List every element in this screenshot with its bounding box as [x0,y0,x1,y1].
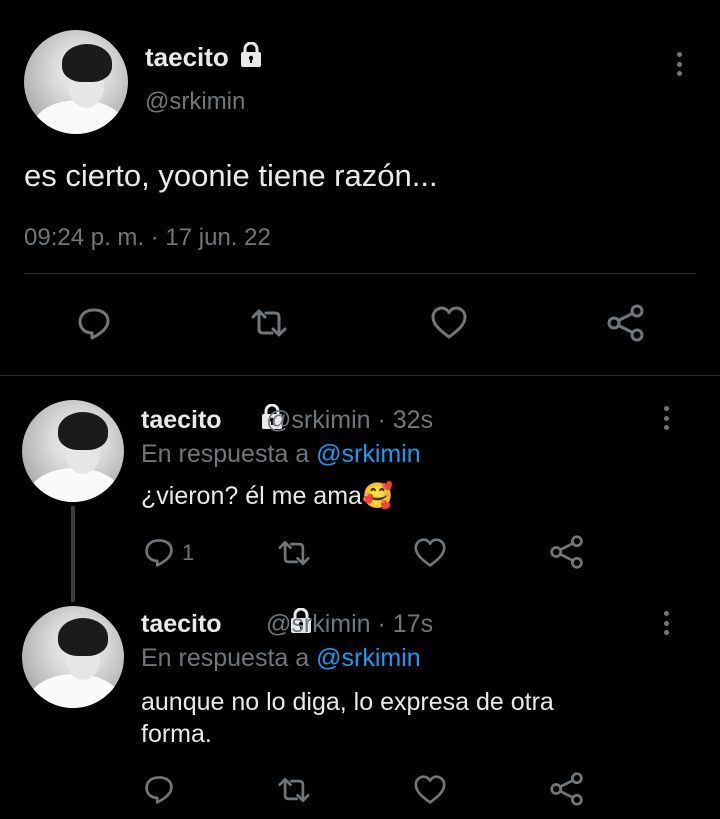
more-options-icon[interactable] [663,611,669,635]
tweet-text-line: aunque no lo diga, lo expresa de otra [141,688,554,716]
reply-count: 1 [182,540,195,565]
tweet-text: aunque no lo diga, lo expresa de otra fo… [141,686,554,750]
avatar[interactable] [24,30,128,134]
reply-context: En respuesta a @srkimin [141,644,421,673]
display-name[interactable]: taecito [141,406,222,435]
reply-context: En respuesta a @srkimin [141,440,421,469]
like-icon[interactable] [430,305,468,341]
lock-icon [239,41,263,68]
like-icon[interactable] [413,774,447,806]
thread-line [71,506,75,602]
like-icon[interactable] [413,537,447,569]
more-options-icon[interactable] [663,406,669,430]
tweet-timestamp[interactable]: 09:24 p. m. · 17 jun. 22 [24,224,271,252]
tweet-meta[interactable]: @srkimin · 32s [266,406,433,435]
reply-to-link[interactable]: @srkimin [316,440,421,468]
tweet-text-body: ¿vieron? él me ama [141,482,362,510]
display-name[interactable]: taecito [141,610,222,639]
tweet-text: es cierto, yoonie tiene razón... [24,158,438,193]
reply-icon[interactable] [143,536,175,568]
tweet-text-line: forma. [141,720,212,748]
more-options-icon[interactable] [676,52,682,76]
reply-icon[interactable] [76,305,112,341]
avatar[interactable] [22,606,124,708]
avatar[interactable] [22,400,124,502]
retweet-icon[interactable] [275,774,313,806]
retweet-icon[interactable] [248,305,290,341]
share-icon[interactable] [549,534,585,570]
section-divider [0,375,720,376]
reply-icon[interactable] [143,773,175,805]
display-name[interactable]: taecito [145,42,229,73]
share-icon[interactable] [549,771,585,807]
retweet-icon[interactable] [275,537,313,569]
user-handle[interactable]: @srkimin [145,88,245,116]
reply-to-link[interactable]: @srkimin [316,644,421,672]
share-icon[interactable] [606,303,646,343]
smiling-hearts-emoji: 🥰 [361,482,394,510]
reply-prefix: En respuesta a [141,644,310,672]
reply-prefix: En respuesta a [141,440,310,468]
tweet-meta[interactable]: @srkimin · 17s [266,610,433,639]
divider [24,273,696,274]
tweet-text: ¿vieron? él me ama🥰 [141,482,393,511]
